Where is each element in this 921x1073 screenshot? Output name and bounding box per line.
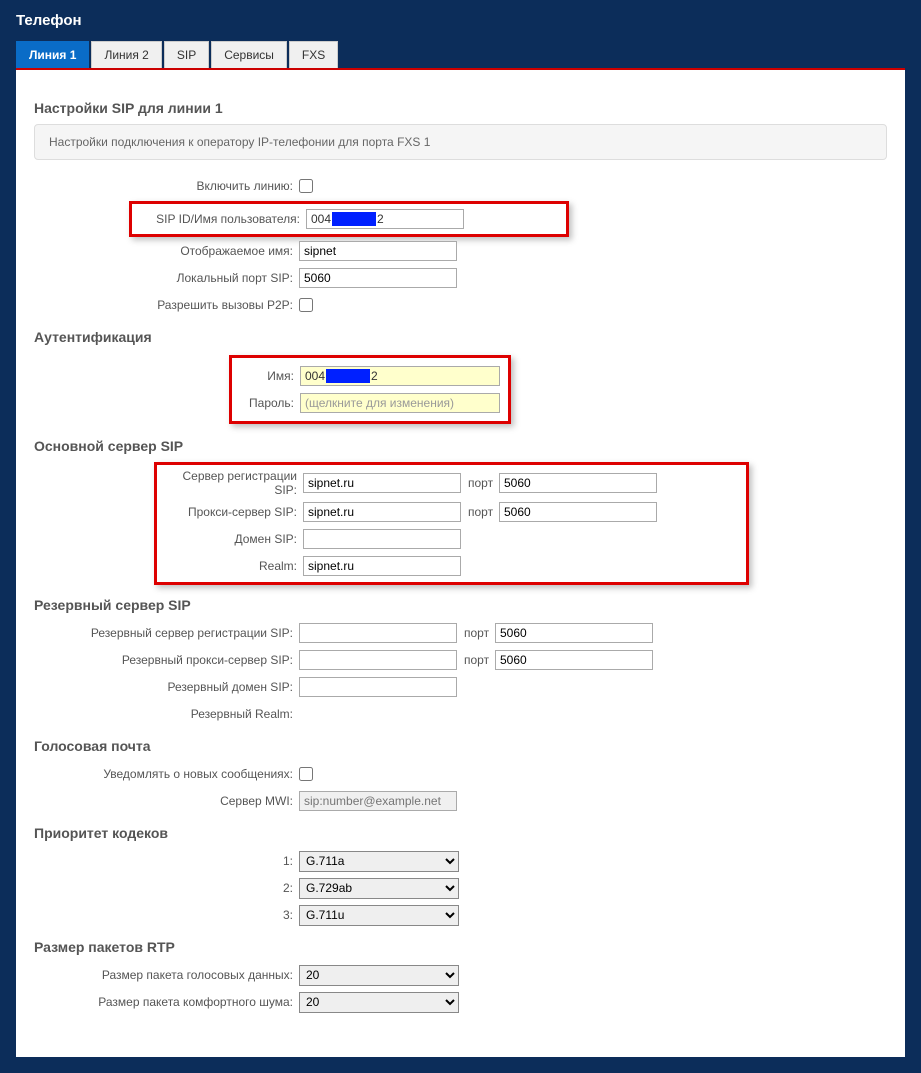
- sipid-suffix: 2: [377, 212, 384, 226]
- rtp-comfort-select[interactable]: 20: [299, 992, 459, 1013]
- codec1-select[interactable]: G.711a: [299, 851, 459, 872]
- main-server-highlight: Сервер регистрации SIP: порт Прокси-серв…: [154, 462, 749, 585]
- mwi-input[interactable]: [299, 791, 457, 811]
- backup-realm-label: Резервный Realm:: [34, 707, 299, 721]
- tab-fxs[interactable]: FXS: [289, 41, 338, 68]
- proxy-server-input[interactable]: [303, 502, 461, 522]
- enable-line-checkbox[interactable]: [299, 179, 313, 193]
- backup-reg-port-label: порт: [460, 626, 492, 640]
- backup-proxy-port-input[interactable]: [495, 650, 653, 670]
- sipid-prefix: 004: [311, 212, 331, 226]
- proxy-port-label: порт: [464, 505, 496, 519]
- codec2-select[interactable]: G.729ab: [299, 878, 459, 899]
- domain-label: Домен SIP:: [163, 532, 303, 546]
- auth-pass-placeholder: (щелкните для изменения): [305, 396, 454, 410]
- backup-domain-input[interactable]: [299, 677, 457, 697]
- auth-name-suffix: 2: [371, 369, 378, 383]
- sipid-redacted: [332, 212, 376, 226]
- backup-proxy-input[interactable]: [299, 650, 457, 670]
- p2p-checkbox[interactable]: [299, 298, 313, 312]
- sipid-highlight: SIP ID/Имя пользователя: 004 2: [129, 201, 569, 237]
- enable-line-label: Включить линию:: [34, 179, 299, 193]
- auth-name-redacted: [326, 369, 370, 383]
- rtp-voice-select[interactable]: 20: [299, 965, 459, 986]
- auth-pass-label: Пароль:: [240, 396, 300, 410]
- backup-domain-label: Резервный домен SIP:: [34, 680, 299, 694]
- auth-pass-input[interactable]: (щелкните для изменения): [300, 393, 500, 413]
- rtp-title: Размер пакетов RTP: [34, 939, 887, 955]
- tab-sip[interactable]: SIP: [164, 41, 209, 68]
- backup-reg-label: Резервный сервер регистрации SIP:: [34, 626, 299, 640]
- reg-server-input[interactable]: [303, 473, 461, 493]
- proxy-server-label: Прокси-сервер SIP:: [163, 505, 303, 519]
- voicemail-title: Голосовая почта: [34, 738, 887, 754]
- auth-highlight: Имя: 004 2 Пароль: (щелкните для изменени…: [229, 355, 511, 424]
- content-panel: Настройки SIP для линии 1 Настройки подк…: [16, 68, 905, 1057]
- main-server-title: Основной сервер SIP: [34, 438, 887, 454]
- p2p-label: Разрешить вызовы P2P:: [34, 298, 299, 312]
- codec2-label: 2:: [34, 881, 299, 895]
- auth-name-prefix: 004: [305, 369, 325, 383]
- reg-server-label: Сервер регистрации SIP:: [163, 469, 303, 497]
- realm-input[interactable]: [303, 556, 461, 576]
- auth-name-label: Имя:: [240, 369, 300, 383]
- auth-name-input[interactable]: 004 2: [300, 366, 500, 386]
- proxy-port-input[interactable]: [499, 502, 657, 522]
- backup-server-title: Резервный сервер SIP: [34, 597, 887, 613]
- backup-proxy-port-label: порт: [460, 653, 492, 667]
- backup-reg-input[interactable]: [299, 623, 457, 643]
- sip-settings-title: Настройки SIP для линии 1: [34, 100, 887, 116]
- sipid-input[interactable]: 004 2: [306, 209, 464, 229]
- tabs-bar: Линия 1 Линия 2 SIP Сервисы FXS: [0, 41, 921, 68]
- tab-line1[interactable]: Линия 1: [16, 41, 89, 68]
- auth-title: Аутентификация: [34, 329, 887, 345]
- tab-line2[interactable]: Линия 2: [91, 41, 161, 68]
- display-name-label: Отображаемое имя:: [34, 244, 299, 258]
- tab-services[interactable]: Сервисы: [211, 41, 287, 68]
- backup-proxy-label: Резервный прокси-сервер SIP:: [34, 653, 299, 667]
- local-port-label: Локальный порт SIP:: [34, 271, 299, 285]
- rtp-voice-label: Размер пакета голосовых данных:: [34, 968, 299, 982]
- codec3-label: 3:: [34, 908, 299, 922]
- reg-port-input[interactable]: [499, 473, 657, 493]
- sip-info-box: Настройки подключения к оператору IP-тел…: [34, 124, 887, 160]
- mwi-label: Сервер MWI:: [34, 794, 299, 808]
- local-port-input[interactable]: [299, 268, 457, 288]
- codecs-title: Приоритет кодеков: [34, 825, 887, 841]
- sipid-label: SIP ID/Имя пользователя:: [136, 212, 306, 226]
- backup-reg-port-input[interactable]: [495, 623, 653, 643]
- page-title: Телефон: [0, 0, 921, 41]
- codec1-label: 1:: [34, 854, 299, 868]
- notify-label: Уведомлять о новых сообщениях:: [34, 767, 299, 781]
- rtp-comfort-label: Размер пакета комфортного шума:: [34, 995, 299, 1009]
- display-name-input[interactable]: [299, 241, 457, 261]
- notify-checkbox[interactable]: [299, 767, 313, 781]
- reg-port-label: порт: [464, 476, 496, 490]
- codec3-select[interactable]: G.711u: [299, 905, 459, 926]
- realm-label: Realm:: [163, 559, 303, 573]
- domain-input[interactable]: [303, 529, 461, 549]
